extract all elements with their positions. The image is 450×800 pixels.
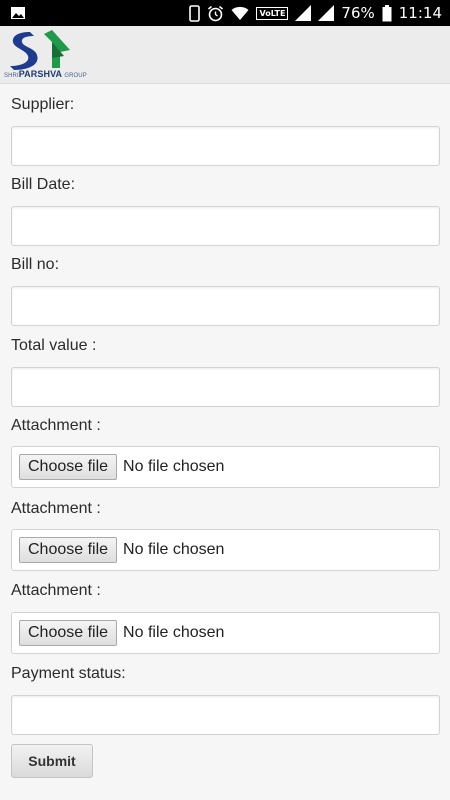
- choose-file-button[interactable]: Choose file: [19, 620, 118, 646]
- total-value-input[interactable]: [11, 367, 440, 407]
- volte-badge: VoLTE: [256, 6, 289, 20]
- attachment-file-input-1[interactable]: Choose file No file chosen: [11, 446, 440, 488]
- file-status: No file chosen: [123, 624, 225, 641]
- attachment-file-input-2[interactable]: Choose file No file chosen: [11, 529, 440, 571]
- bill-date-input[interactable]: [11, 206, 440, 246]
- battery-icon: [382, 4, 392, 21]
- total-value-label: Total value :: [11, 337, 97, 354]
- attachment-label-3: Attachment :: [11, 582, 101, 599]
- supplier-input[interactable]: [11, 126, 440, 166]
- attachment-label-1: Attachment :: [11, 417, 101, 434]
- app-header: SHRIPARSHVA GROUP: [0, 26, 450, 84]
- phone-icon: [189, 4, 201, 22]
- choose-file-button[interactable]: Choose file: [19, 454, 118, 480]
- file-status: No file chosen: [123, 541, 225, 558]
- attachment-label-2: Attachment :: [11, 500, 101, 517]
- bill-date-label: Bill Date:: [11, 176, 76, 193]
- bill-no-input[interactable]: [11, 286, 440, 326]
- submit-button[interactable]: Submit: [11, 744, 93, 778]
- wifi-icon: [231, 6, 249, 20]
- payment-status-input[interactable]: [11, 695, 440, 735]
- clock: 11:14: [398, 4, 442, 22]
- status-bar: VoLTE 76% 11:14: [0, 0, 450, 26]
- supplier-label: Supplier:: [11, 96, 75, 113]
- alarm-icon: [208, 5, 224, 21]
- image-icon: [11, 7, 25, 19]
- payment-status-label: Payment status:: [11, 665, 126, 682]
- battery-percent: 76%: [341, 4, 375, 22]
- attachment-file-input-3[interactable]: Choose file No file chosen: [11, 612, 440, 654]
- bill-no-label: Bill no:: [11, 256, 60, 273]
- signal-icon: [318, 5, 335, 21]
- logo-wordmark: SHRIPARSHVA GROUP: [4, 69, 87, 79]
- choose-file-button[interactable]: Choose file: [19, 537, 118, 563]
- file-status: No file chosen: [123, 458, 225, 475]
- signal-icon: [295, 5, 312, 21]
